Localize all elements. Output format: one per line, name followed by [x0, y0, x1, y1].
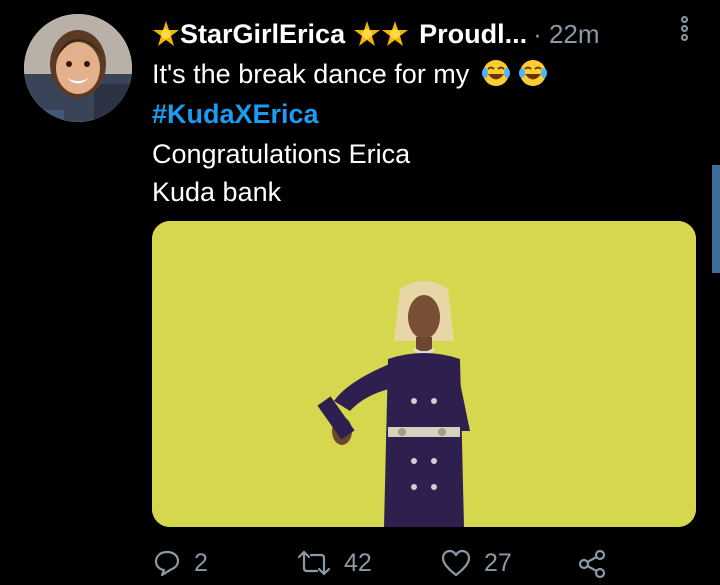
timestamp[interactable]: · 22m [533, 19, 599, 50]
avatar-image [24, 14, 132, 122]
handle[interactable]: Proudl... [419, 19, 527, 50]
star-icon [153, 21, 179, 46]
share-icon [578, 549, 606, 579]
tweet-header: StarGirlErica Proudl... · 22m [152, 16, 684, 52]
share-button[interactable] [576, 548, 620, 580]
avatar[interactable] [24, 14, 132, 122]
tweet-text: Congratulations Erica [152, 139, 411, 169]
tweet-text: It's the break dance for my [152, 59, 470, 89]
scrollbar[interactable] [712, 165, 720, 273]
hashtag-link[interactable]: #KudaXErica [152, 94, 319, 134]
more-options-icon[interactable] [678, 16, 690, 50]
video-frame [152, 221, 696, 527]
reply-icon [154, 550, 180, 577]
tweet-text-line: It's the break dance for my [152, 54, 548, 94]
display-name[interactable]: StarGirlErica [180, 19, 345, 50]
laughing-emoji-icon [519, 60, 548, 86]
retweet-button[interactable]: 42 [296, 548, 372, 578]
like-button[interactable]: 27 [440, 548, 512, 578]
retweet-icon [297, 550, 331, 576]
star-icon [382, 21, 409, 46]
media-video[interactable] [152, 221, 696, 527]
reply-button[interactable]: 2 [152, 548, 208, 578]
retweet-count: 42 [344, 548, 372, 577]
tweet-text: Kuda bank [152, 177, 282, 207]
like-count: 27 [484, 548, 512, 577]
star-icon [354, 21, 381, 46]
tweet-actions: 2 42 27 [152, 548, 712, 584]
reply-count: 2 [194, 548, 208, 577]
like-icon [441, 549, 471, 577]
laughing-emoji-icon [481, 60, 510, 86]
